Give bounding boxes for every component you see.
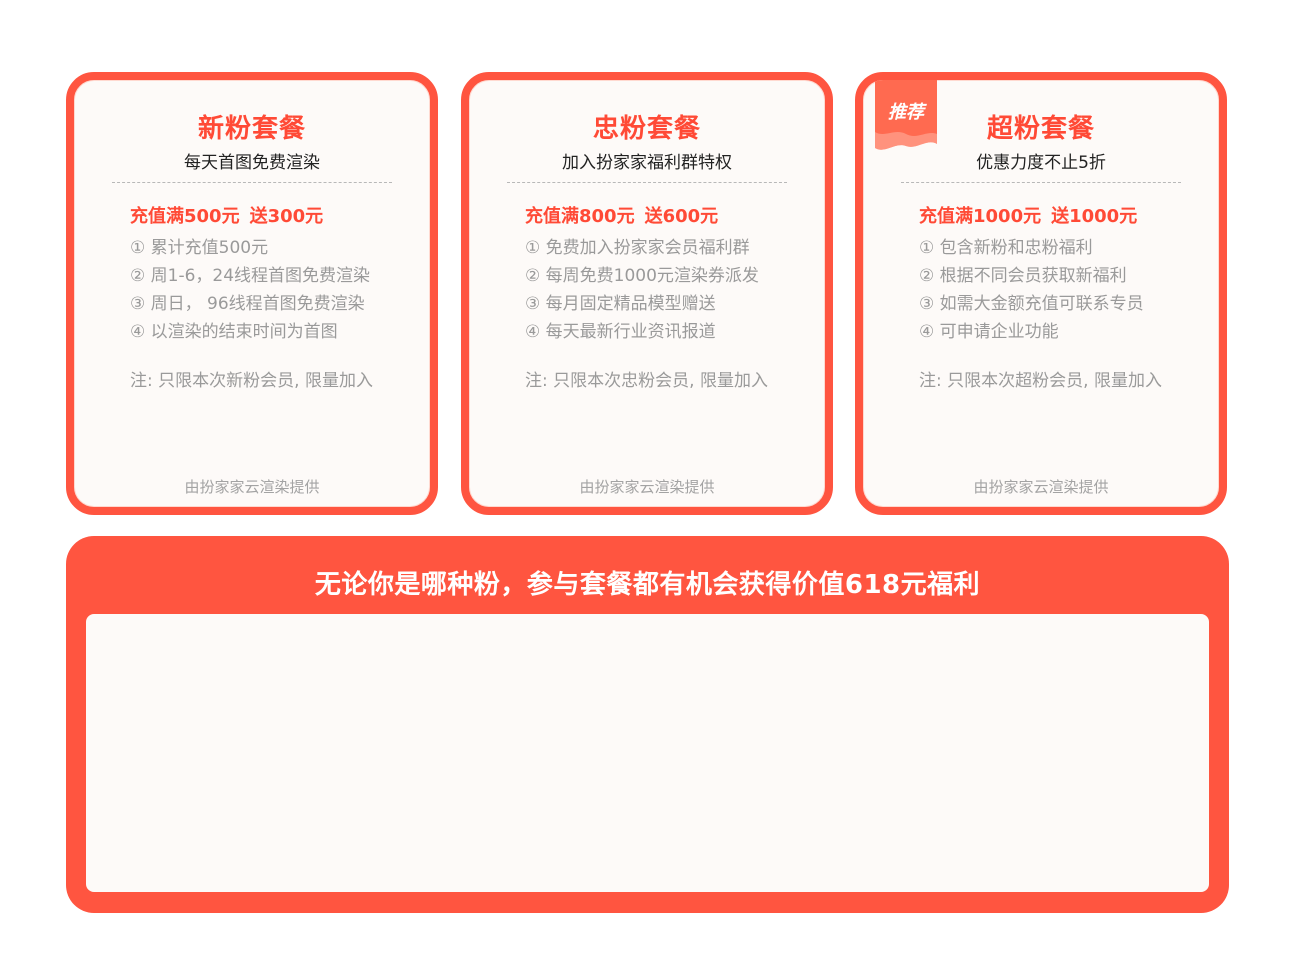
feature-item: ② 周1-6，24线程首图免费渲染: [130, 266, 371, 286]
feature-list: ① 累计充值500元 ② 周1-6，24线程首图免费渲染 ③ 周日， 96线程首…: [130, 234, 420, 346]
card-offer: 充值满800元 送600元: [525, 202, 718, 228]
card-title: 忠粉套餐: [592, 114, 701, 144]
card-footer: 由扮家家云渲染提供: [579, 478, 715, 496]
card-note: 注: 只限本次新粉会员, 限量加入: [130, 371, 373, 391]
dashed-divider: [112, 182, 392, 183]
card-note: 注: 只限本次忠粉会员, 限量加入: [525, 371, 768, 391]
offer-recharge: 充值满1000元: [919, 206, 1042, 227]
feature-item: ② 根据不同会员获取新福利: [919, 266, 1127, 286]
benefit-title: 无论你是哪种粉，参与套餐都有机会获得价值618元福利: [314, 570, 981, 600]
offer-recharge: 充值满500元: [130, 206, 240, 227]
card-subtitle: 每天首图免费渲染: [184, 153, 320, 173]
card-subtitle: 优惠力度不止5折: [976, 153, 1106, 173]
card-subtitle: 加入扮家家福利群特权: [562, 153, 732, 173]
feature-item: ④ 每天最新行业资讯报道: [525, 322, 716, 342]
offer-recharge: 充值满800元: [525, 206, 635, 227]
offer-gift: 送600元: [644, 206, 719, 227]
card-title: 超粉套餐: [986, 114, 1095, 144]
package-card-super-fan[interactable]: 推荐 超粉套餐 优惠力度不止5折 充值满1000元 送1000元 ① 包含新粉和忠…: [855, 72, 1227, 515]
offer-gift: 送1000元: [1051, 206, 1138, 227]
card-offer: 充值满500元 送300元: [130, 202, 323, 228]
card-note: 注: 只限本次超粉会员, 限量加入: [919, 371, 1162, 391]
feature-item: ① 包含新粉和忠粉福利: [919, 238, 1093, 258]
card-footer: 由扮家家云渲染提供: [973, 478, 1109, 496]
feature-item: ④ 可申请企业功能: [919, 322, 1059, 342]
offer-gift: 送300元: [249, 206, 324, 227]
card-offer: 充值满1000元 送1000元: [919, 202, 1137, 228]
feature-item: ③ 如需大金额充值可联系专员: [919, 294, 1144, 314]
feature-item: ④ 以渲染的结束时间为首图: [130, 322, 338, 342]
benefit-content-area: [86, 614, 1209, 892]
benefit-panel: 无论你是哪种粉，参与套餐都有机会获得价值618元福利: [66, 536, 1229, 913]
feature-item: ① 免费加入扮家家会员福利群: [525, 238, 750, 258]
feature-list: ① 免费加入扮家家会员福利群 ② 每周免费1000元渲染券派发 ③ 每月固定精品…: [525, 234, 815, 346]
dashed-divider: [507, 182, 787, 183]
feature-item: ③ 周日， 96线程首图免费渲染: [130, 294, 365, 314]
dashed-divider: [901, 182, 1181, 183]
package-card-new-fan[interactable]: 新粉套餐 每天首图免费渲染 充值满500元 送300元 ① 累计充值500元 ② …: [66, 72, 438, 515]
card-footer: 由扮家家云渲染提供: [184, 478, 320, 496]
feature-item: ① 累计充值500元: [130, 238, 269, 258]
feature-item: ③ 每月固定精品模型赠送: [525, 294, 716, 314]
package-card-loyal-fan[interactable]: 忠粉套餐 加入扮家家福利群特权 充值满800元 送600元 ① 免费加入扮家家会员…: [461, 72, 833, 515]
feature-item: ② 每周免费1000元渲染券派发: [525, 266, 759, 286]
feature-list: ① 包含新粉和忠粉福利 ② 根据不同会员获取新福利 ③ 如需大金额充值可联系专员…: [919, 234, 1209, 346]
card-title: 新粉套餐: [197, 114, 306, 144]
